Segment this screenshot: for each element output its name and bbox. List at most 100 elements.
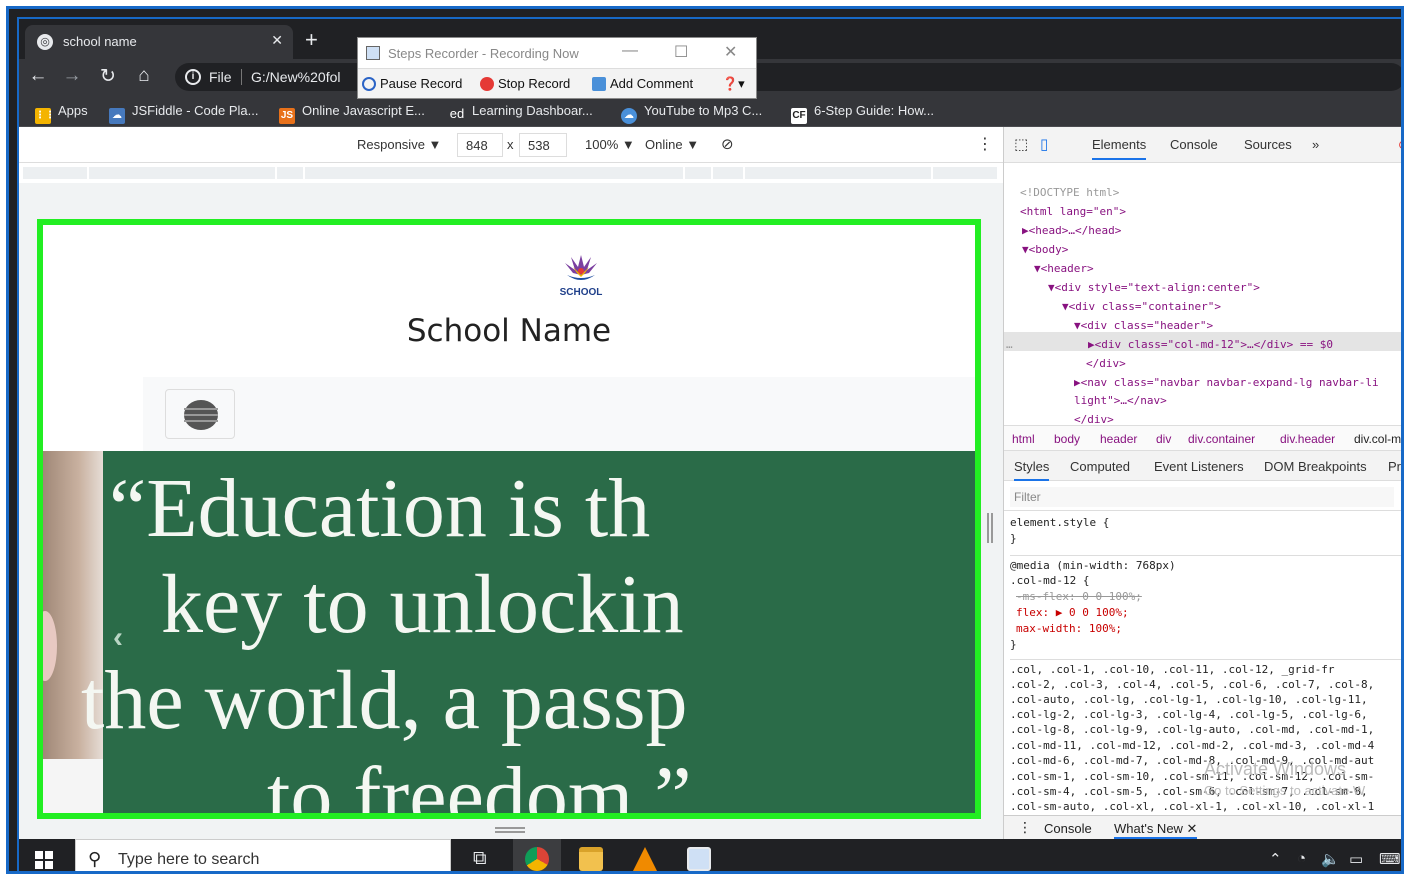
chrome-icon[interactable] [525,847,549,871]
pause-record-button[interactable]: Pause Record [362,76,462,91]
zoom-dropdown[interactable]: 100% ▼ [585,137,635,152]
media-query-segment[interactable] [713,167,743,179]
chevron-up-icon[interactable]: ⌃ [1269,850,1282,868]
tab-computed[interactable]: Computed [1070,459,1130,474]
photo-detail [43,611,57,681]
dom-node[interactable]: ▶<head>…</head> [1022,221,1121,240]
pause-icon [362,77,376,91]
stop-record-button[interactable]: Stop Record [480,76,570,91]
quote-line: key to unlockin [161,558,684,651]
network-dropdown[interactable]: Online ▼ [645,137,699,152]
maximize-icon[interactable]: ☐ [674,42,688,62]
rotate-icon[interactable]: ⊘ [721,135,734,153]
vlc-icon[interactable] [633,847,657,871]
more-tabs-icon[interactable]: » [1312,137,1319,152]
back-arrow-icon[interactable]: ← [27,65,49,87]
media-query-segment[interactable] [933,167,997,179]
battery-icon[interactable]: ▭ [1349,850,1363,868]
add-comment-button[interactable]: Add Comment [592,76,693,91]
breadcrumb-item[interactable]: div.col-m [1354,432,1401,446]
steps-recorder-taskbar-icon[interactable] [687,847,711,871]
breadcrumb-item[interactable]: body [1054,432,1080,446]
breadcrumb-item[interactable]: header [1100,432,1137,446]
breadcrumb-item[interactable]: div.container [1188,432,1255,446]
help-icon[interactable]: ❓▾ [722,76,745,92]
windows-start-icon[interactable] [35,851,53,869]
bookmark-6-step-guide[interactable]: CF 6-Step Guide: How... [791,103,934,124]
error-icon[interactable]: ⊗ [1398,137,1401,153]
close-icon[interactable]: ✕ [724,42,737,62]
tab-styles[interactable]: Styles [1014,459,1050,481]
address-url[interactable]: G:/New%20fol [251,69,340,85]
inspect-element-icon[interactable]: ⬚ [1014,135,1028,153]
dom-node[interactable]: <!DOCTYPE html> [1020,183,1119,202]
tab-console[interactable]: Console [1170,137,1218,152]
tab-event-listeners[interactable]: Event Listeners [1154,459,1244,474]
reload-icon[interactable]: ↻ [97,65,119,88]
home-icon[interactable]: ⌂ [133,65,155,87]
tab-elements[interactable]: Elements [1092,137,1147,160]
dom-node[interactable]: ▼<header> [1034,259,1094,278]
dom-node-selected[interactable]: ▶<div class="col-md-12">…</div> == $0 [1088,335,1333,354]
ellipsis-icon[interactable]: … [1006,335,1013,354]
bookmark-online-javascript[interactable]: JS Online Javascript E... [279,103,425,124]
pause-record-label: Pause Record [380,76,463,91]
breadcrumb-item[interactable]: div [1156,432,1171,446]
media-query-segment[interactable] [277,167,303,179]
taskbar-search-box[interactable]: ⚲ Type here to search [75,839,451,871]
dom-node[interactable]: ▼<body> [1022,240,1068,259]
dom-node[interactable]: ▼<div class="container"> [1062,297,1221,316]
task-view-icon[interactable]: ⧉ [473,848,487,870]
dom-node[interactable]: ▼<div style="text-align:center"> [1048,278,1260,297]
dom-node[interactable]: </div> [1086,354,1126,373]
media-query-segment[interactable] [89,167,275,179]
bookmark-learning-dashboard[interactable]: ed Learning Dashboar... [449,103,593,122]
dom-node[interactable]: <html lang="en"> [1020,202,1126,221]
tab-school-name[interactable]: ◎ school name ✕ [25,25,293,59]
dom-node[interactable]: ▶<nav class="navbar navbar-expand-lg nav… [1074,373,1379,392]
minimize-icon[interactable]: — [622,42,638,60]
responsive-dropdown[interactable]: Responsive ▼ [357,137,441,152]
new-tab-button[interactable]: + [305,27,318,53]
style-rule-line: } [1010,638,1017,651]
forward-arrow-icon[interactable]: → [61,65,83,87]
close-tab-icon[interactable]: ✕ [271,32,283,49]
tab-dom-breakpoints[interactable]: DOM Breakpoints [1264,459,1367,474]
volume-icon[interactable]: 🔈 [1321,850,1340,868]
more-options-icon[interactable]: ⋮ [977,134,993,154]
bookmark-apps[interactable]: ⋮⋮ Apps [35,103,88,124]
file-explorer-icon[interactable] [579,847,603,871]
dom-node[interactable]: ▼<div class="header"> [1074,316,1213,335]
tab-sources[interactable]: Sources [1244,137,1292,152]
drawer-tab-whats-new[interactable]: What's New ✕ [1114,821,1198,839]
drawer-menu-icon[interactable]: ⋮ [1018,819,1032,836]
add-comment-label: Add Comment [610,76,694,91]
media-query-segment[interactable] [305,167,683,179]
device-toggle-icon[interactable]: ▯ [1040,135,1048,153]
media-query-segment[interactable] [745,167,931,179]
styles-filter-input[interactable]: Filter [1010,487,1394,507]
network-icon[interactable]: ◔ [1297,850,1306,867]
dom-node[interactable]: light">…</nav> [1074,391,1167,410]
bookmark-label: 6-Step Guide: How... [814,103,934,118]
bookmark-jsfiddle[interactable]: ☁ JSFiddle - Code Pla... [109,103,258,124]
devtools-panel: ⬚ ▯ Elements Console Sources » ⊗ <!DOCTY… [1003,127,1401,839]
keyboard-icon[interactable]: ⌨ [1379,850,1401,868]
viewport-width-input[interactable]: 848 [457,133,503,157]
style-property[interactable]: max-width: 100%; [1016,619,1122,638]
drawer-tab-console[interactable]: Console [1044,821,1092,836]
navbar-toggler-button[interactable] [165,389,235,439]
viewport-height-input[interactable]: 538 [519,133,567,157]
style-rule-line: element.style { [1010,516,1110,529]
bookmark-youtube-mp3[interactable]: ☁ YouTube to Mp3 C... [621,103,762,124]
carousel-prev-icon[interactable]: ‹ [113,621,123,655]
media-query-segment[interactable] [23,167,87,179]
breadcrumb-item[interactable]: html [1012,432,1035,446]
media-query-bar[interactable] [19,163,1003,183]
tab-properties[interactable]: Pro [1388,459,1401,474]
info-icon[interactable]: i [185,69,201,85]
media-query-segment[interactable] [685,167,711,179]
viewport-resize-handle-bottom[interactable] [495,827,525,833]
viewport-resize-handle-right[interactable] [987,513,993,543]
breadcrumb-item[interactable]: div.header [1280,432,1335,446]
